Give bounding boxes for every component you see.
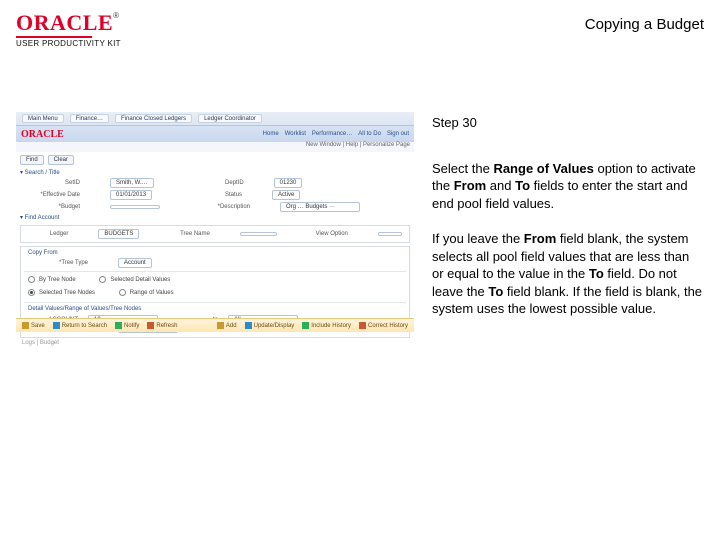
radio-range-of-values: Range of Values	[119, 289, 174, 296]
context-links: New Window | Help | Personalize Page	[306, 142, 410, 152]
find-button: Find	[20, 155, 44, 165]
find-account-label: ▾ Find Account	[16, 213, 414, 222]
search-section-label: ▾ Search / Title	[16, 168, 414, 177]
radio-selected-detail: Selected Detail Values	[99, 276, 170, 283]
step-label: Step 30	[432, 114, 704, 132]
instruction-para-1: Select the Range of Values option to act…	[432, 160, 704, 213]
oracle-logo: ORACLE® USER PRODUCTIVITY KIT	[16, 12, 121, 48]
header-links: HomeWorklistPerformance…All to DoSign ou…	[263, 131, 409, 137]
clear-button: Clear	[48, 155, 74, 165]
registered-mark: ®	[113, 11, 119, 20]
app-screenshot-thumbnail: Main Menu Finance… Finance Closed Ledger…	[16, 112, 414, 348]
breadcrumb-item: Finance…	[70, 114, 109, 123]
setid-field: Smith, W.…	[110, 178, 154, 188]
app-logo: ORACLE	[21, 129, 64, 140]
logo-text: ORACLE	[16, 10, 113, 35]
action-bar: Save Return to Search Notify Refresh Add…	[16, 318, 414, 332]
page-title: Copying a Budget	[585, 16, 704, 33]
logo-underline	[16, 36, 92, 38]
breadcrumb-item: Ledger Coordinator	[198, 114, 262, 123]
logo-subtitle: USER PRODUCTIVITY KIT	[16, 40, 121, 48]
radio-selected-nodes: Selected Tree Nodes	[28, 289, 95, 296]
instruction-para-2: If you leave the From field blank, the s…	[432, 230, 704, 318]
instruction-panel: Step 30 Select the Range of Values optio…	[432, 112, 704, 348]
footer-links: Logs | Budget	[16, 340, 65, 346]
breadcrumb-item: Finance Closed Ledgers	[115, 114, 192, 123]
breadcrumb-tabs: Main Menu Finance… Finance Closed Ledger…	[16, 112, 414, 126]
radio-by-tree-node: By Tree Node	[28, 276, 76, 283]
breadcrumb-item: Main Menu	[22, 114, 64, 123]
